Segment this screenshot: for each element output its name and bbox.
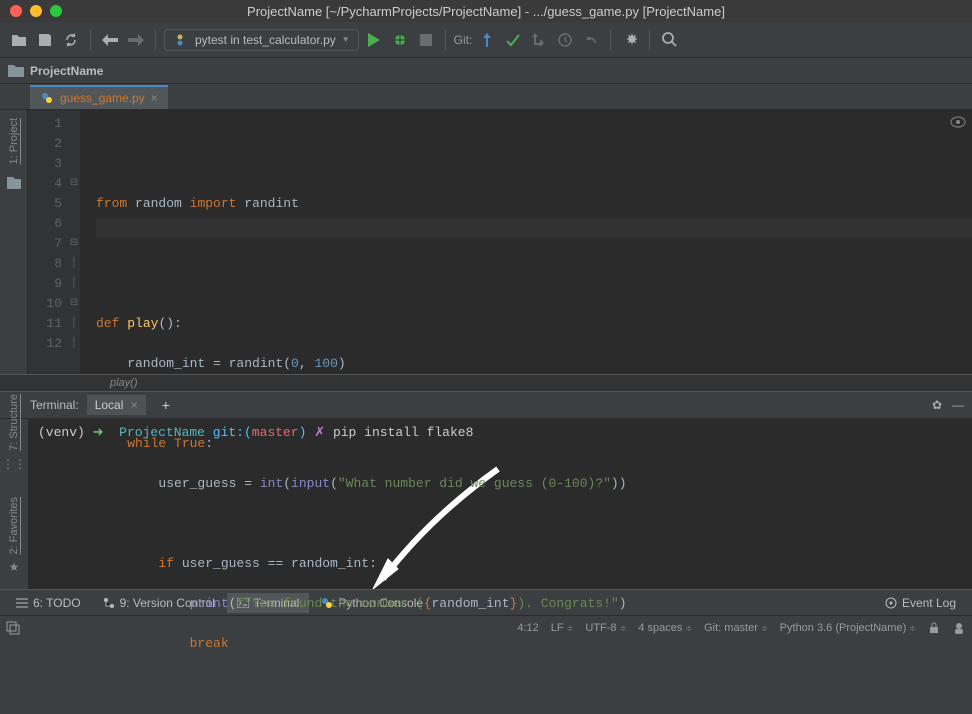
close-window-button[interactable]	[10, 5, 22, 17]
git-compare-icon[interactable]	[528, 29, 550, 51]
tool-favorites[interactable]: 2: Favorites	[8, 491, 20, 560]
chevron-down-icon: ▼	[342, 35, 350, 44]
inspection-eye-icon[interactable]	[950, 116, 966, 128]
left-gutter-lower: 7: Structure ⋮⋮ 2: Favorites ★	[0, 388, 28, 574]
git-update-icon[interactable]	[476, 29, 498, 51]
stop-icon[interactable]	[415, 29, 437, 51]
git-label: Git:	[454, 33, 473, 47]
search-icon[interactable]	[658, 29, 680, 51]
run-config-label: pytest in test_calculator.py	[195, 33, 336, 47]
editor-tabs: guess_game.py ×	[0, 84, 972, 110]
main-editor-area: 1: Project 123456789101112 ⊟ ⊟││⊟││ from…	[0, 110, 972, 374]
git-revert-icon[interactable]	[580, 29, 602, 51]
folder-icon	[8, 64, 24, 78]
tool-project[interactable]: 1: Project	[8, 110, 20, 172]
window-controls	[0, 5, 62, 17]
status-windows-icon[interactable]	[6, 621, 20, 635]
back-arrow-icon[interactable]	[99, 29, 121, 51]
todo-icon	[16, 598, 28, 608]
code-editor[interactable]: from random import randint def play(): r…	[80, 110, 972, 374]
gutter-line-numbers: 123456789101112	[28, 110, 68, 374]
run-configuration-selector[interactable]: pytest in test_calculator.py ▼	[164, 29, 359, 51]
editor-tab[interactable]: guess_game.py ×	[30, 85, 168, 109]
settings-icon[interactable]	[619, 29, 641, 51]
tab-close-icon[interactable]: ×	[151, 91, 158, 105]
code-area: 123456789101112 ⊟ ⊟││⊟││ from random imp…	[28, 110, 972, 374]
bottom-tab-todo[interactable]: 6: TODO	[6, 593, 91, 613]
run-icon[interactable]	[363, 29, 385, 51]
git-commit-icon[interactable]	[502, 29, 524, 51]
debug-icon[interactable]	[389, 29, 411, 51]
left-tool-gutter: 1: Project	[0, 110, 28, 374]
titlebar: ProjectName [~/PycharmProjects/ProjectNa…	[0, 0, 972, 22]
nav-project[interactable]: ProjectName	[30, 64, 103, 78]
nav-bar: ProjectName	[0, 58, 972, 84]
project-gutter-icon[interactable]	[7, 176, 21, 190]
open-icon[interactable]	[8, 29, 30, 51]
python-file-icon	[40, 91, 54, 105]
terminal-title: Terminal:	[30, 398, 79, 412]
save-icon[interactable]	[34, 29, 56, 51]
git-history-icon[interactable]	[554, 29, 576, 51]
forward-arrow-icon[interactable]	[125, 29, 147, 51]
main-toolbar: pytest in test_calculator.py ▼ Git:	[0, 22, 972, 58]
maximize-window-button[interactable]	[50, 5, 62, 17]
tool-structure[interactable]: 7: Structure	[8, 388, 20, 457]
minimize-window-button[interactable]	[30, 5, 42, 17]
tab-filename: guess_game.py	[60, 91, 145, 105]
fold-gutter: ⊟ ⊟││⊟││	[68, 110, 80, 374]
sync-icon[interactable]	[60, 29, 82, 51]
window-title: ProjectName [~/PycharmProjects/ProjectNa…	[0, 4, 972, 19]
